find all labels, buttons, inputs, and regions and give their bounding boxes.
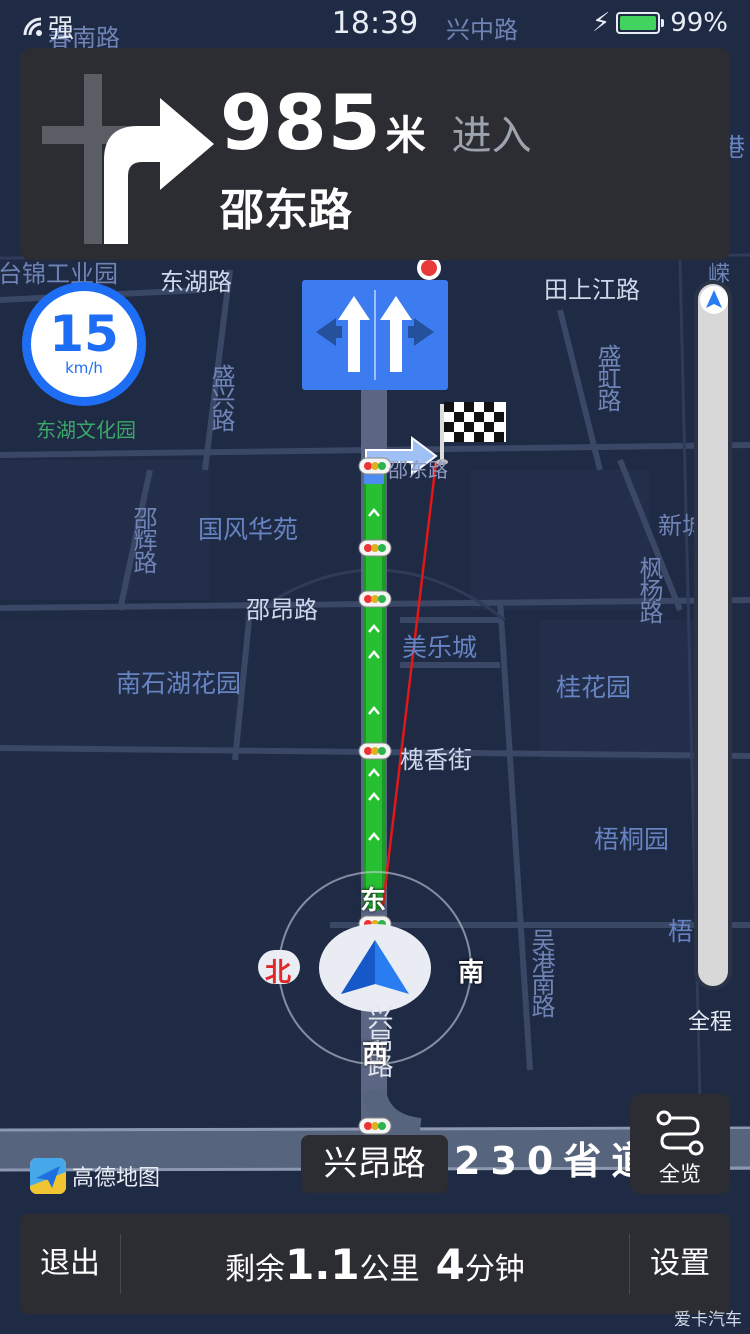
vehicle-position-icon [319,924,431,1012]
remaining-prefix: 剩余 [225,1252,286,1287]
compass-north: 北 [265,958,292,988]
status-bar: 强 18:39 ⚡ 99% [0,0,750,48]
turn-right-icon [42,74,214,244]
bottom-bar: 退出 剩余 1.1 公里 4 分钟 设置 [20,1214,730,1314]
overview-label: 全览 [659,1162,701,1186]
lane-guidance [302,280,448,390]
compass-north-badge: 北 [258,950,300,988]
road-label: 田上江路 [544,276,640,304]
speed-unit: km/h [65,359,103,377]
next-road-name: 邵东路 [220,185,352,236]
remaining-summary: 剩余 1.1 公里 4 分钟 [120,1214,630,1314]
battery-icon [616,12,661,34]
compass-south: 南 [458,958,485,988]
maneuver-action: 进入 [451,113,532,159]
road-label: 东湖路 [160,268,232,296]
turn-guidance-panel[interactable]: 985 米 进入 邵东路 [20,48,730,260]
compass-east: 东 [360,886,387,916]
compass-west: 西 [362,1040,389,1070]
remaining-time: 4 [435,1240,465,1289]
remaining-distance: 1.1 [285,1240,360,1289]
amap-logo: 高德地图 [30,1158,160,1194]
overview-button[interactable]: 全览 [630,1094,730,1194]
exit-button[interactable]: 退出 [20,1214,120,1314]
progress-position-marker [700,286,728,314]
distance-readout: 985 米 进入 [220,78,532,167]
road-label: 槐香街 [400,746,472,774]
poi-label: 东湖文化园 [36,418,136,442]
amap-logo-icon [30,1158,66,1194]
poi-label: 美乐城 [402,633,478,662]
distance-unit: 米 [385,113,426,159]
full-route-label: 全程 [688,1010,733,1035]
battery-percent: 99% [670,8,728,38]
poi-label: 南石湖花园 [116,669,242,698]
road-label: 嵘 [704,262,729,282]
road-label: 邵昂路 [246,596,318,624]
route-progress-bar[interactable] [694,280,732,990]
speed-value: 15 [49,305,119,363]
poi-label: 梧 [668,917,694,946]
current-road-name: 兴昂路 [301,1135,448,1193]
poi-label: 梧桐园 [594,825,670,854]
road-label: 盛虹路 [593,344,621,410]
navigation-arrow-icon [706,290,722,308]
road-label: 邵东路 [388,458,448,482]
road-label: 枫杨路 [635,556,663,622]
remaining-distance-unit: 公里 [359,1252,420,1287]
speed-indicator: 15 km/h [22,282,146,406]
settings-button[interactable]: 设置 [630,1214,730,1314]
watermark: 爱卡汽车 [674,1310,742,1330]
route-overview-icon [656,1110,704,1156]
poi-label: 桂花园 [556,673,632,702]
road-label: 盛兴路 [207,364,235,430]
road-label: 邵辉路 [129,506,157,572]
highway-label: 230省道 [454,1139,660,1183]
charging-icon: ⚡ [591,8,611,38]
amap-logo-text: 高德地图 [72,1166,161,1191]
navigation-screen: { "status_bar": {"carrier": "强", "time":… [0,0,750,1334]
battery-status: ⚡ 99% [592,8,728,38]
road-label: 吴港南路 [527,928,555,1016]
distance-value: 985 [220,78,382,167]
poi-label: 国风华苑 [198,515,299,544]
lane-straight-icon [316,290,434,380]
remaining-time-unit: 分钟 [464,1252,525,1287]
